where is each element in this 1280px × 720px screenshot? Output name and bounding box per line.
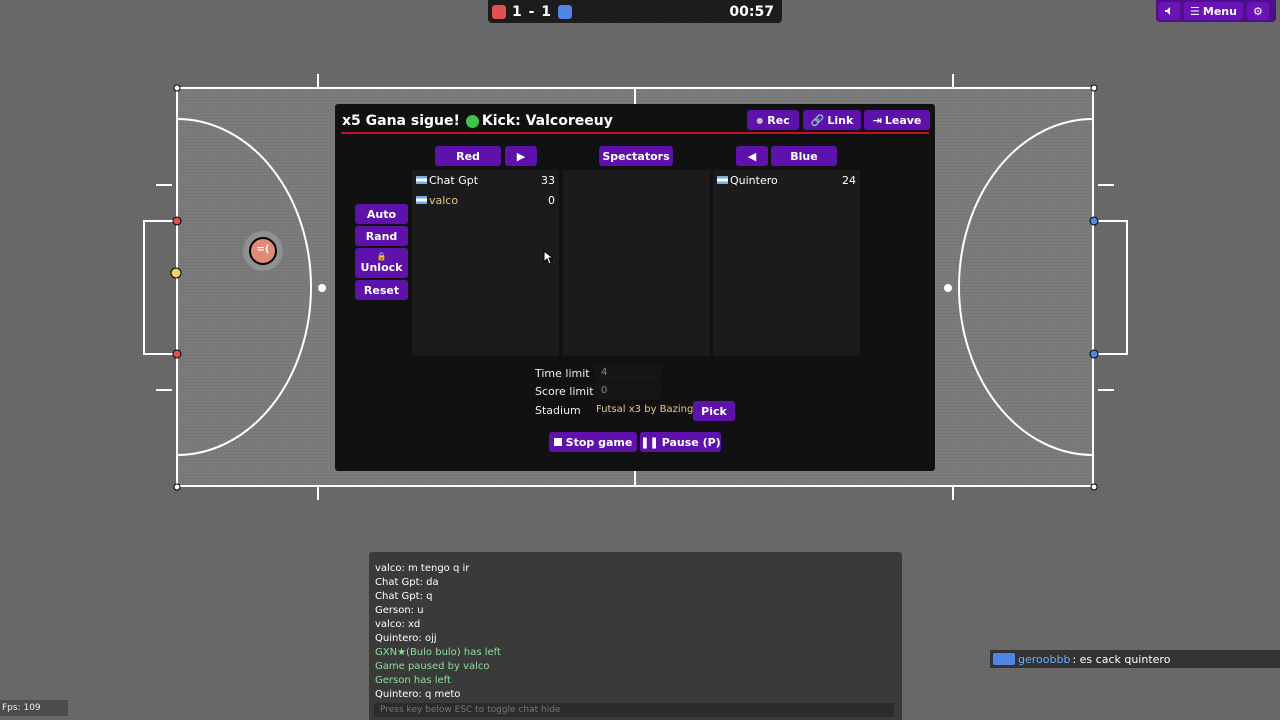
unlock-label: Unlock bbox=[360, 261, 403, 274]
move-to-blue-arrow-icon[interactable]: ◀ bbox=[736, 146, 768, 166]
notification-user: geroobbb bbox=[1018, 652, 1071, 666]
player-name: Quintero bbox=[730, 173, 778, 187]
user-icon bbox=[993, 653, 1015, 665]
kick-status-icon bbox=[465, 114, 479, 128]
rec-button[interactable]: ● Rec bbox=[747, 110, 799, 130]
room-header: x5 Gana sigue! Kick: Valcoreeuy ● Rec 🔗 … bbox=[341, 110, 930, 134]
kick-label: Kick: Valcoreeuy bbox=[481, 113, 613, 129]
leave-button[interactable]: ⇥ Leave bbox=[864, 110, 930, 130]
lock-icon: 🔒 bbox=[376, 252, 387, 261]
chat-message: Gerson: u bbox=[375, 605, 424, 616]
join-red-button[interactable]: Red bbox=[435, 146, 501, 166]
stop-game-button[interactable]: Stop game bbox=[549, 432, 637, 452]
link-icon: 🔗 bbox=[810, 113, 825, 127]
flag-icon bbox=[416, 176, 427, 184]
player-row[interactable]: valco 0 bbox=[412, 191, 559, 209]
player-row[interactable]: Quintero 24 bbox=[713, 171, 860, 189]
chat-message: Gerson has left bbox=[375, 675, 451, 686]
link-label: Link bbox=[827, 113, 854, 127]
chat-message: GXN★(Bulo bulo) has left bbox=[375, 647, 501, 658]
room-name: x5 Gana sigue! bbox=[342, 113, 460, 129]
pick-stadium-button[interactable]: Pick bbox=[693, 401, 735, 421]
flag-icon bbox=[416, 196, 427, 204]
player-avatar: =( bbox=[256, 244, 270, 255]
time-limit-input[interactable]: 4 bbox=[595, 365, 661, 381]
chat-notification: geroobbb : es cack quintero bbox=[990, 650, 1280, 668]
mouse-cursor-icon bbox=[543, 250, 553, 265]
player-score: 24 bbox=[842, 173, 856, 187]
chat-panel: valco: m tengo q ir Chat Gpt: da Chat Gpt:… bbox=[369, 552, 902, 720]
stadium-label: Stadium bbox=[535, 404, 581, 417]
stop-label: Stop game bbox=[565, 435, 633, 449]
time-limit-label: Time limit bbox=[535, 367, 590, 380]
player-row[interactable]: Chat Gpt 33 bbox=[412, 171, 559, 189]
player-score: 33 bbox=[541, 173, 555, 187]
chat-message: valco: m tengo q ir bbox=[375, 563, 470, 574]
pause-label: Pause (P) bbox=[661, 435, 721, 449]
player-name: Chat Gpt bbox=[429, 173, 479, 187]
join-spectators-button[interactable]: Spectators bbox=[599, 146, 673, 166]
notification-message: : es cack quintero bbox=[1072, 652, 1171, 666]
auto-button[interactable]: Auto bbox=[355, 204, 408, 224]
leave-label: Leave bbox=[884, 113, 922, 127]
player-name: valco bbox=[429, 193, 459, 207]
rand-button[interactable]: Rand bbox=[355, 226, 408, 246]
chat-message: Chat Gpt: q bbox=[375, 591, 433, 602]
move-to-red-arrow-icon[interactable]: ▶ bbox=[505, 146, 537, 166]
player-score: 0 bbox=[548, 193, 555, 207]
score-limit-label: Score limit bbox=[535, 385, 594, 398]
reset-button[interactable]: Reset bbox=[355, 280, 408, 300]
fps-counter: Fps: 109 bbox=[0, 700, 68, 716]
chat-input[interactable]: Press key below ESC to toggle chat hide bbox=[374, 703, 894, 717]
spectators-list[interactable] bbox=[563, 170, 710, 356]
pause-icon: ❚❚ bbox=[640, 435, 659, 449]
room-dialog: x5 Gana sigue! Kick: Valcoreeuy ● Rec 🔗 … bbox=[335, 104, 935, 471]
room-title: x5 Gana sigue! Kick: Valcoreeuy bbox=[342, 113, 613, 129]
rec-label: Rec bbox=[767, 113, 790, 127]
pause-button[interactable]: ❚❚ Pause (P) bbox=[640, 432, 721, 452]
chat-message: Quintero: q meto bbox=[375, 689, 461, 700]
join-blue-button[interactable]: Blue bbox=[771, 146, 837, 166]
unlock-button[interactable]: 🔒 Unlock bbox=[355, 248, 408, 278]
record-icon: ● bbox=[756, 115, 764, 125]
chat-message: Game paused by valco bbox=[375, 661, 490, 672]
link-button[interactable]: 🔗 Link bbox=[803, 110, 861, 130]
chat-message: Chat Gpt: da bbox=[375, 577, 439, 588]
score-limit-input[interactable]: 0 bbox=[595, 383, 661, 399]
exit-icon: ⇥ bbox=[872, 113, 882, 127]
stop-icon bbox=[553, 438, 562, 446]
chat-message: valco: xd bbox=[375, 619, 421, 630]
blue-team-list[interactable] bbox=[713, 170, 860, 356]
flag-icon bbox=[717, 176, 728, 184]
chat-message: Quintero: ojj bbox=[375, 633, 437, 644]
